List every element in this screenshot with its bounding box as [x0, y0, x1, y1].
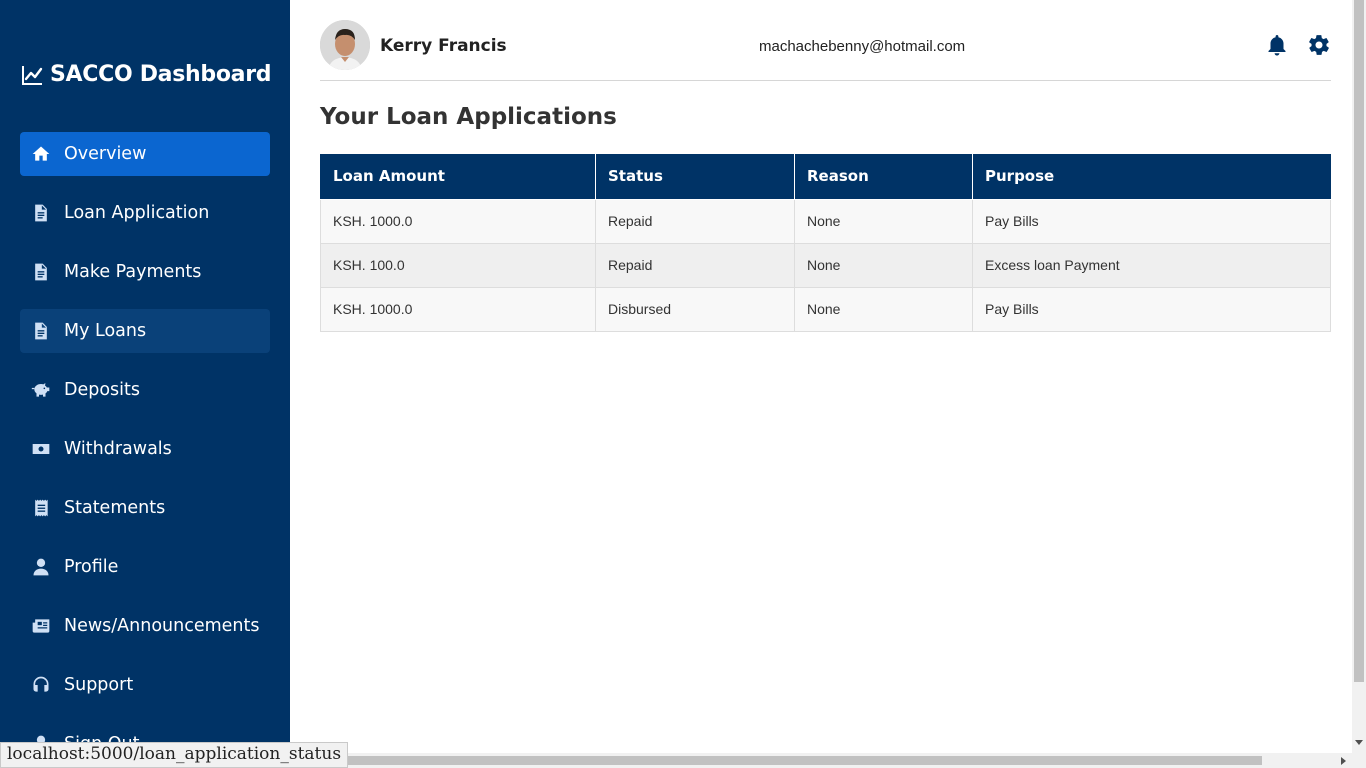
column-header: Reason [794, 154, 973, 200]
table-row: KSH. 1000.0 Repaid None Pay Bills [320, 198, 1331, 244]
sidebar: SACCO Dashboard Overview Loan Application… [0, 0, 290, 768]
sidebar-item-label: News/Announcements [64, 616, 260, 636]
file-icon [30, 321, 52, 341]
table-header-row: Loan Amount Status Reason Purpose [320, 154, 1331, 200]
sidebar-item-profile[interactable]: Profile [20, 545, 270, 589]
table-cell: Excess loan Payment [972, 242, 1331, 288]
headset-icon [30, 675, 52, 695]
vertical-scrollbar[interactable] [1352, 0, 1366, 768]
sidebar-item-label: Profile [64, 557, 119, 577]
table-cell: Pay Bills [972, 198, 1331, 244]
newspaper-icon [30, 616, 52, 636]
table-cell: None [794, 286, 973, 332]
table-cell: None [794, 242, 973, 288]
sidebar-item-label: My Loans [64, 321, 147, 341]
chart-line-icon [22, 65, 43, 85]
sidebar-item-make-payments[interactable]: Make Payments [20, 250, 270, 294]
sidebar-item-label: Loan Application [64, 203, 210, 223]
brand-title: SACCO Dashboard [50, 62, 272, 87]
table-cell: Repaid [595, 242, 795, 288]
table-cell: None [794, 198, 973, 244]
piggy-bank-icon [30, 380, 52, 400]
scroll-down-arrow-icon[interactable] [1355, 740, 1363, 745]
avatar-image [320, 20, 370, 70]
vertical-scrollbar-thumb[interactable] [1354, 0, 1364, 682]
user-icon [30, 557, 52, 577]
sidebar-item-my-loans[interactable]: My Loans [20, 309, 270, 353]
file-icon [30, 203, 52, 223]
sidebar-nav: Overview Loan Application Make Payments My … [20, 132, 270, 768]
table-cell: Pay Bills [972, 286, 1331, 332]
column-header: Loan Amount [320, 154, 596, 200]
sidebar-item-label: Make Payments [64, 262, 202, 282]
sidebar-item-loan-application[interactable]: Loan Application [20, 191, 270, 235]
horizontal-scrollbar-thumb[interactable] [338, 756, 1262, 765]
top-bar: Kerry Francis machachebenny@hotmail.com [320, 20, 1331, 81]
table-cell: Repaid [595, 198, 795, 244]
sidebar-item-statements[interactable]: Statements [20, 486, 270, 530]
sidebar-item-deposits[interactable]: Deposits [20, 368, 270, 412]
avatar[interactable] [320, 20, 370, 70]
sidebar-item-news-announcements[interactable]: News/Announcements [20, 604, 270, 648]
table-cell: KSH. 1000.0 [320, 198, 596, 244]
home-icon [30, 144, 52, 164]
table-row: KSH. 100.0 Repaid None Excess loan Payme… [320, 242, 1331, 288]
table-cell: KSH. 100.0 [320, 242, 596, 288]
bell-icon[interactable] [1265, 33, 1289, 57]
brand[interactable]: SACCO Dashboard [20, 62, 272, 87]
sidebar-item-label: Overview [64, 144, 147, 164]
page-title: Your Loan Applications [320, 104, 617, 130]
sidebar-item-label: Support [64, 675, 134, 695]
sidebar-item-support[interactable]: Support [20, 663, 270, 707]
column-header: Purpose [972, 154, 1331, 200]
sidebar-item-label: Statements [64, 498, 166, 518]
sidebar-item-overview[interactable]: Overview [20, 132, 270, 176]
receipt-icon [30, 498, 52, 518]
loan-applications-table: Loan Amount Status Reason Purpose KSH. 1… [320, 154, 1331, 332]
gear-icon[interactable] [1307, 33, 1331, 57]
file-icon [30, 262, 52, 282]
table-cell: Disbursed [595, 286, 795, 332]
column-header: Status [595, 154, 795, 200]
scroll-right-arrow-icon[interactable] [1341, 757, 1346, 765]
table-row: KSH. 1000.0 Disbursed None Pay Bills [320, 286, 1331, 332]
table-cell: KSH. 1000.0 [320, 286, 596, 332]
user-email: machachebenny@hotmail.com [759, 38, 966, 55]
money-bill-icon [30, 439, 52, 459]
main-content: Kerry Francis machachebenny@hotmail.com … [290, 0, 1352, 753]
user-name: Kerry Francis [380, 36, 507, 56]
link-status-url: localhost:5000/loan_application_status [0, 742, 349, 768]
sidebar-item-label: Deposits [64, 380, 141, 400]
sidebar-item-withdrawals[interactable]: Withdrawals [20, 427, 270, 471]
sidebar-item-label: Withdrawals [64, 439, 172, 459]
